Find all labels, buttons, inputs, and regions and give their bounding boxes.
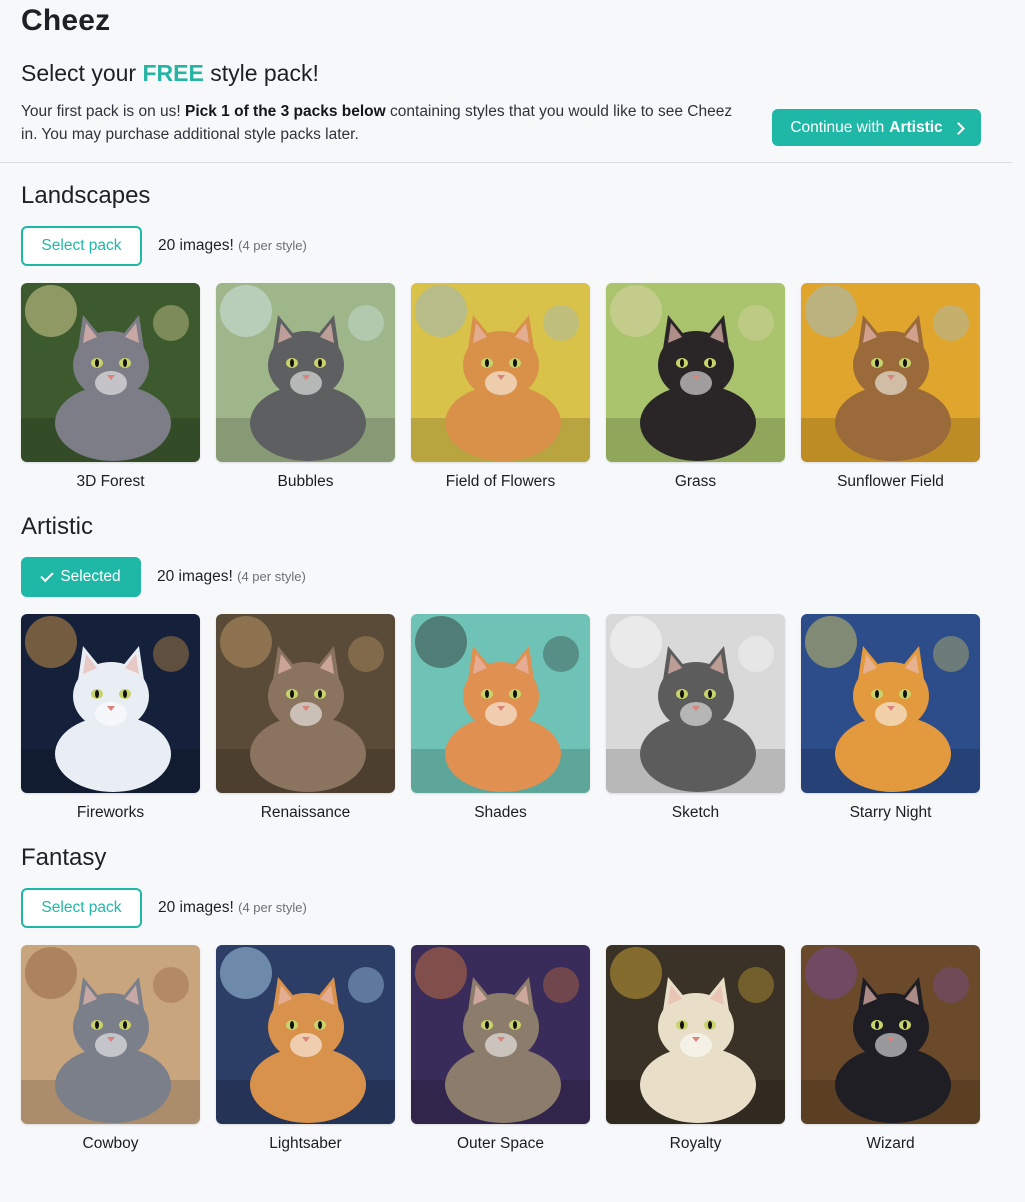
style-preview-image — [411, 945, 590, 1124]
style-name: Royalty — [669, 1135, 722, 1152]
style-name: Sketch — [671, 804, 720, 821]
style-preview-image — [216, 283, 395, 462]
image-count: 20 images! (4 per style) — [157, 568, 306, 586]
style-name: Field of Flowers — [445, 473, 556, 490]
style-name: Grass — [674, 473, 717, 490]
style-name: Lightsaber — [269, 1135, 342, 1152]
style-card[interactable]: Wizard — [801, 945, 980, 1153]
style-name: 3D Forest — [76, 473, 145, 490]
pack-title: Fantasy — [21, 844, 107, 871]
heading-suffix: style pack! — [210, 60, 319, 86]
chevron-right-icon — [951, 121, 965, 135]
pack-title: Artistic — [21, 513, 93, 540]
image-count: 20 images! (4 per style) — [158, 899, 307, 917]
app-title: Cheez — [21, 4, 111, 37]
image-count-text: 20 images! — [158, 899, 234, 916]
style-name: Cowboy — [82, 1135, 139, 1152]
intro-bold: Pick 1 of the 3 packs below — [184, 103, 386, 120]
style-card[interactable]: Outer Space — [411, 945, 590, 1153]
intro-text: Your first pack is on us! Pick 1 of the … — [21, 100, 741, 146]
heading-free: FREE — [142, 60, 204, 86]
pack-actions: Selected 20 images! (4 per style) — [21, 557, 991, 597]
style-card[interactable]: Sketch — [606, 614, 785, 822]
style-preview-image — [801, 945, 980, 1124]
pack-actions: Select pack 20 images! (4 per style) — [21, 888, 991, 928]
style-name: Renaissance — [260, 804, 351, 821]
intro-part-1: Your first pack is on us! — [21, 103, 181, 120]
style-card[interactable]: Renaissance — [216, 614, 395, 822]
select-pack-button[interactable]: Select pack — [21, 888, 142, 928]
style-thumbnails: Fireworks Renaissance Shades Sketch Starry N… — [21, 614, 991, 822]
selected-pack-button[interactable]: Selected — [21, 557, 141, 597]
style-card[interactable]: Field of Flowers — [411, 283, 590, 491]
pack-section: Landscapes Select pack 20 images! (4 per s… — [21, 182, 991, 491]
style-preview-image — [801, 614, 980, 793]
style-card[interactable]: Sunflower Field — [801, 283, 980, 491]
style-preview-image — [21, 614, 200, 793]
continue-prefix: Continue with — [790, 118, 885, 136]
continue-button[interactable]: Continue with Artistic — [772, 109, 981, 146]
select-pack-button[interactable]: Select pack — [21, 226, 142, 266]
style-preview-image — [216, 945, 395, 1124]
style-name: Shades — [474, 804, 527, 821]
style-card[interactable]: Starry Night — [801, 614, 980, 822]
heading-prefix: Select your — [21, 60, 137, 86]
style-preview-image — [606, 614, 785, 793]
style-name: Outer Space — [456, 1135, 545, 1152]
pack-button-label: Select pack — [41, 237, 122, 254]
style-name: Starry Night — [849, 804, 932, 821]
continue-pack-name: Artistic — [889, 118, 943, 136]
style-preview-image — [606, 945, 785, 1124]
style-preview-image — [21, 283, 200, 462]
style-preview-image — [411, 614, 590, 793]
style-thumbnails: 3D Forest Bubbles Field of Flowers Grass Sun… — [21, 283, 991, 491]
style-card[interactable]: Fireworks — [21, 614, 200, 822]
pack-button-label: Selected — [60, 568, 121, 585]
pack-section: Artistic Selected 20 images! (4 per style)… — [21, 513, 991, 822]
style-card[interactable]: Shades — [411, 614, 590, 822]
style-preview-image — [21, 945, 200, 1124]
pack-title: Landscapes — [21, 182, 151, 209]
style-preview-image — [411, 283, 590, 462]
style-card[interactable]: Bubbles — [216, 283, 395, 491]
image-count: 20 images! (4 per style) — [158, 237, 307, 255]
checkmark-icon — [40, 568, 55, 582]
style-name: Bubbles — [277, 473, 334, 490]
header-divider — [0, 162, 1012, 163]
pack-actions: Select pack 20 images! (4 per style) — [21, 226, 991, 266]
style-name: Fireworks — [76, 804, 145, 821]
style-preview-image — [606, 283, 785, 462]
image-count-note: (4 per style) — [238, 900, 307, 915]
pack-button-label: Select pack — [41, 899, 122, 916]
image-count-text: 20 images! — [158, 237, 234, 254]
image-count-text: 20 images! — [157, 568, 233, 585]
pack-section: Fantasy Select pack 20 images! (4 per styl… — [21, 844, 991, 1153]
style-name: Sunflower Field — [837, 473, 944, 490]
style-card[interactable]: Grass — [606, 283, 785, 491]
image-count-note: (4 per style) — [237, 569, 306, 584]
style-card[interactable]: Royalty — [606, 945, 785, 1153]
style-preview-image — [801, 283, 980, 462]
style-preview-image — [216, 614, 395, 793]
style-card[interactable]: 3D Forest — [21, 283, 200, 491]
style-card[interactable]: Cowboy — [21, 945, 200, 1153]
page-heading: Select your FREE style pack! — [21, 60, 319, 87]
image-count-note: (4 per style) — [238, 238, 307, 253]
style-thumbnails: Cowboy Lightsaber Outer Space Royalty Wizard — [21, 945, 991, 1153]
style-name: Wizard — [866, 1135, 915, 1152]
style-card[interactable]: Lightsaber — [216, 945, 395, 1153]
